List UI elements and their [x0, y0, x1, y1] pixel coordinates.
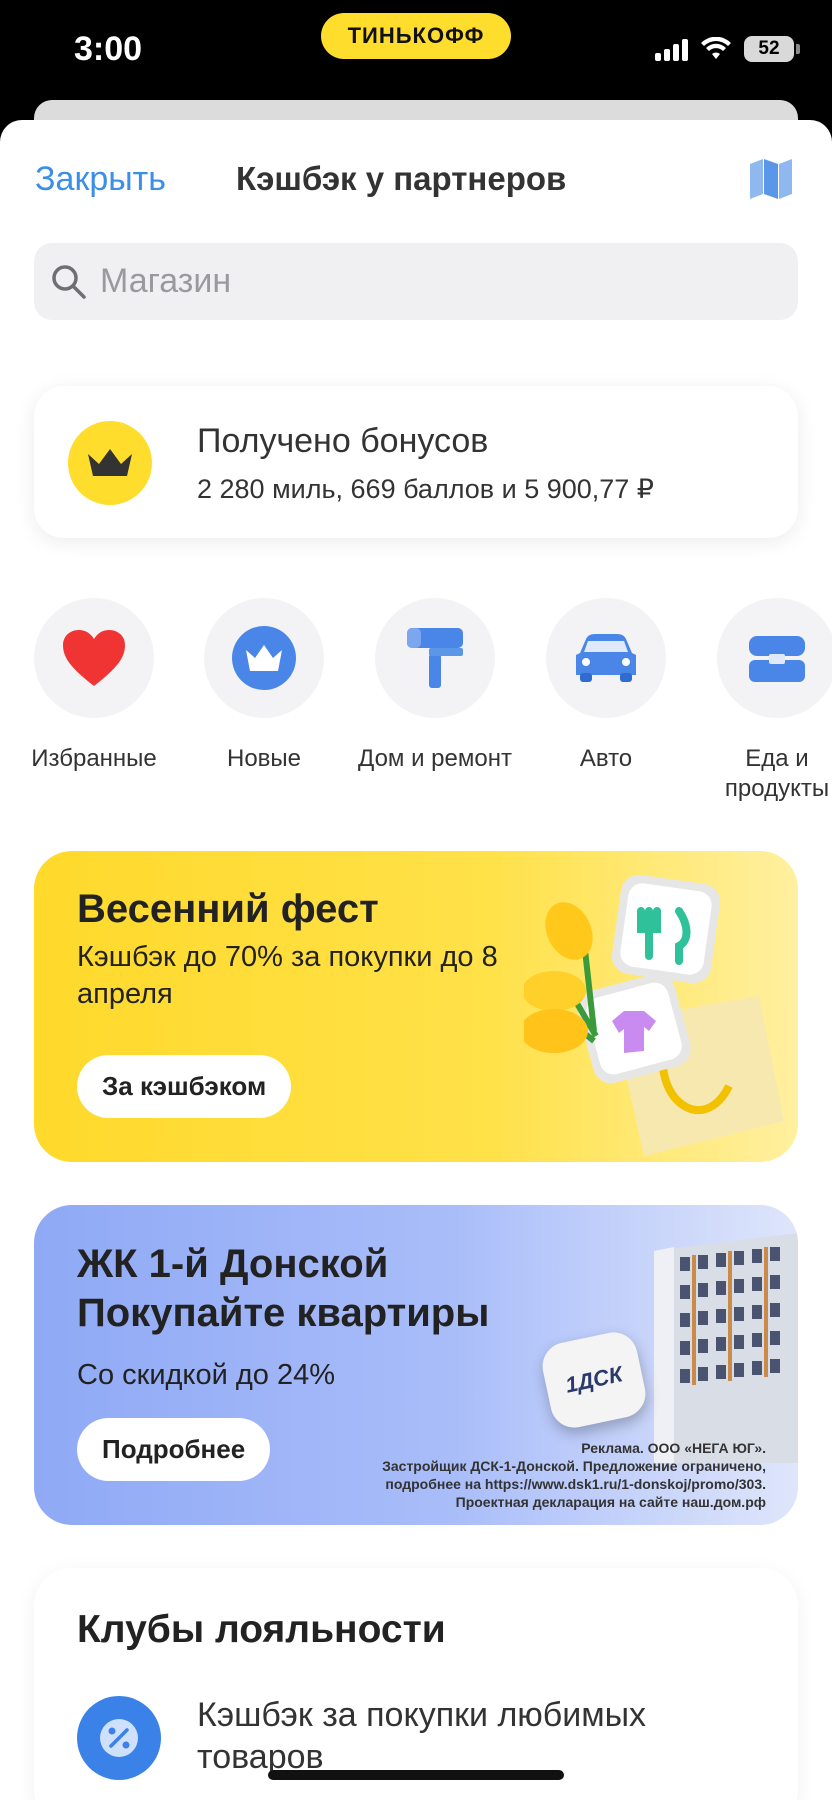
category-circle: [34, 598, 154, 718]
ad-line-4: Проектная декларация на сайте наш.дом.рф: [455, 1494, 766, 1510]
search-icon: [52, 264, 86, 299]
donskoy-apartments-banner[interactable]: ЖК 1-й Донской Покупайте квартиры Со ски…: [34, 1205, 798, 1525]
heart-icon: [63, 630, 125, 686]
dsk-logo-text: 1ДСК: [563, 1361, 625, 1398]
search-field[interactable]: [34, 243, 798, 320]
category-auto[interactable]: Авто: [521, 598, 691, 774]
status-time: 3:00: [74, 30, 143, 68]
page-title: Кэшбэк у партнеров: [236, 160, 567, 197]
category-food[interactable]: Еда и продукты: [692, 598, 832, 804]
nav-bar: Закрыть Кэшбэк у партнеров: [0, 158, 832, 220]
category-label: Избранные: [31, 745, 157, 772]
category-circle: [717, 598, 832, 718]
category-circle: [375, 598, 495, 718]
category-label: Авто: [579, 745, 633, 772]
food-box-icon: [749, 636, 805, 682]
category-label: Дом и ремонт: [358, 745, 512, 772]
promo-title-line-2: Покупайте квартиры: [77, 1291, 490, 1335]
cell-signal-icon: [655, 37, 688, 61]
spring-fest-banner[interactable]: Весенний фест Кэшбэк до 70% за покупки д…: [34, 851, 798, 1162]
status-bar: 3:00 ТИНЬКОФФ 52: [0, 0, 832, 110]
status-icons: 52: [655, 36, 800, 62]
details-button[interactable]: Подробнее: [77, 1418, 271, 1481]
category-favorites[interactable]: Избранные: [9, 598, 179, 774]
promo-text: Кэшбэк до 70% за покупки до 8 апреля: [77, 941, 498, 1010]
search-input[interactable]: [100, 262, 700, 301]
ad-line-2: Застройщик ДСК-1-Донской. Предложение ог…: [382, 1458, 766, 1474]
bonus-summary: 2 280 миль, 669 баллов и 5 900,77 ₽: [197, 474, 654, 504]
club-item-label[interactable]: Кэшбэк за покупки любимых товаров: [197, 1694, 757, 1778]
clubs-title: Клубы лояльности: [77, 1608, 446, 1651]
promo-title-line-1: ЖК 1-й Донской: [77, 1242, 389, 1286]
battery-icon: 52: [744, 36, 800, 62]
category-circle: [546, 598, 666, 718]
spring-gifts-illustration: [524, 874, 784, 1156]
category-home[interactable]: Дом и ремонт: [350, 598, 520, 774]
map-icon[interactable]: [748, 158, 794, 200]
category-circle: [204, 598, 324, 718]
ad-disclaimer: Реклама. ООО «НЕГА ЮГ». Застройщик ДСК-1…: [382, 1439, 766, 1511]
loyalty-clubs-card: Клубы лояльности Кэшбэк за покупки любим…: [34, 1568, 798, 1800]
bonus-crown-icon: [68, 421, 152, 505]
bonus-title: Получено бонусов: [197, 422, 489, 460]
wifi-icon: [701, 37, 731, 59]
category-label: Еда и продукты: [724, 745, 830, 802]
bonus-card[interactable]: Получено бонусов 2 280 миль, 669 баллов …: [34, 386, 798, 538]
promo-title: Весенний фест: [77, 887, 379, 931]
ad-line-3: подробнее на https://www.dsk1.ru/1-donsk…: [385, 1476, 766, 1492]
category-new[interactable]: Новые: [179, 598, 349, 774]
cashback-sheet: Закрыть Кэшбэк у партнеров Получено бону…: [0, 120, 832, 1800]
category-label: Новые: [226, 745, 302, 772]
crown-icon: [232, 626, 296, 690]
cashback-button[interactable]: За кэшбэком: [77, 1055, 292, 1118]
category-list: Избранные Новые Дом и ремонт Авто Еда и …: [0, 598, 832, 818]
percent-icon: [77, 1696, 161, 1780]
car-icon: [576, 634, 636, 682]
ad-line-1: Реклама. ООО «НЕГА ЮГ».: [581, 1440, 766, 1456]
apartment-building-illustration: [654, 1233, 798, 1463]
promo-text: Со скидкой до 24%: [77, 1359, 335, 1391]
close-button[interactable]: Закрыть: [35, 160, 166, 199]
paint-roller-icon: [407, 628, 463, 688]
brand-pill: ТИНЬКОФФ: [321, 13, 511, 59]
home-indicator[interactable]: [268, 1770, 564, 1780]
